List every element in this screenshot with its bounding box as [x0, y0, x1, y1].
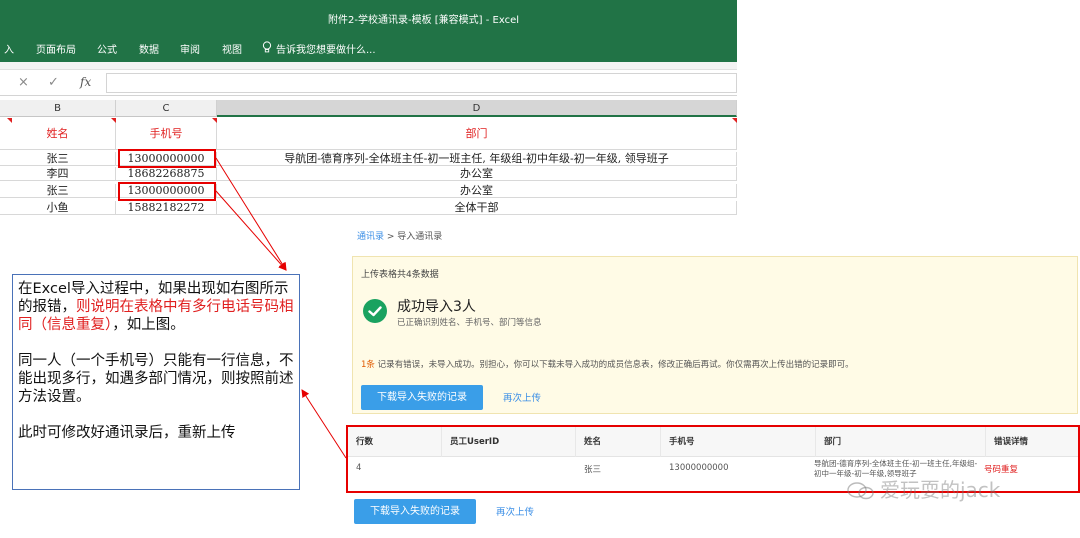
import-result-panel: 上传表格共4条数据 成功导入3人 已正确识别姓名、手机号、部门等信息 1条 记录…	[352, 256, 1078, 414]
callout-paragraph-1: 在Excel导入过程中，如果出现如右图所示的报错，则说明在表格中有多行电话号码相…	[18, 281, 294, 333]
callout-paragraph-3: 此时可修改好通讯录后，重新上传	[18, 425, 236, 441]
explanation-callout: 在Excel导入过程中，如果出现如右图所示的报错，则说明在表格中有多行电话号码相…	[12, 274, 300, 490]
error-count: 1条	[361, 360, 375, 370]
check-circle-icon	[363, 299, 387, 323]
upload-summary: 上传表格共4条数据	[361, 270, 439, 280]
table-header: 姓名	[576, 427, 661, 457]
table-row-cell: 13000000000	[669, 463, 729, 473]
breadcrumb: 通讯录 > 导入通讯录	[357, 232, 443, 242]
watermark-text: 爱玩耍的jack	[880, 478, 1001, 502]
bottom-reupload-link[interactable]: 再次上传	[496, 504, 534, 518]
callout-paragraph-2: 同一人（一个手机号）只能有一行信息，不能出现多行，如遇多部门情况，则按照前述方法…	[18, 353, 294, 405]
table-header: 错误详情	[994, 437, 1029, 447]
bottom-download-failed-button[interactable]: 下载导入失败的记录	[354, 499, 476, 524]
table-row-cell: 张三	[584, 465, 602, 475]
wechat-icon	[847, 482, 874, 500]
table-header: 部门	[816, 427, 986, 457]
error-message: 1条 记录有错误，未导入成功。别担心，你可以下载未导入成功的成员信息表，修改正确…	[361, 360, 854, 370]
table-row-cell: 4	[356, 463, 362, 473]
breadcrumb-current: 导入通讯录	[397, 232, 443, 242]
success-title: 成功导入3人	[397, 299, 476, 315]
table-header: 手机号	[661, 427, 816, 457]
breadcrumb-contacts-link[interactable]: 通讯录	[357, 232, 384, 242]
table-header: 行数	[348, 427, 442, 457]
reupload-link[interactable]: 再次上传	[503, 390, 541, 404]
download-failed-button[interactable]: 下载导入失败的记录	[361, 385, 483, 410]
success-subtitle: 已正确识别姓名、手机号、部门等信息	[397, 318, 542, 328]
table-header: 员工UserID	[442, 427, 576, 457]
